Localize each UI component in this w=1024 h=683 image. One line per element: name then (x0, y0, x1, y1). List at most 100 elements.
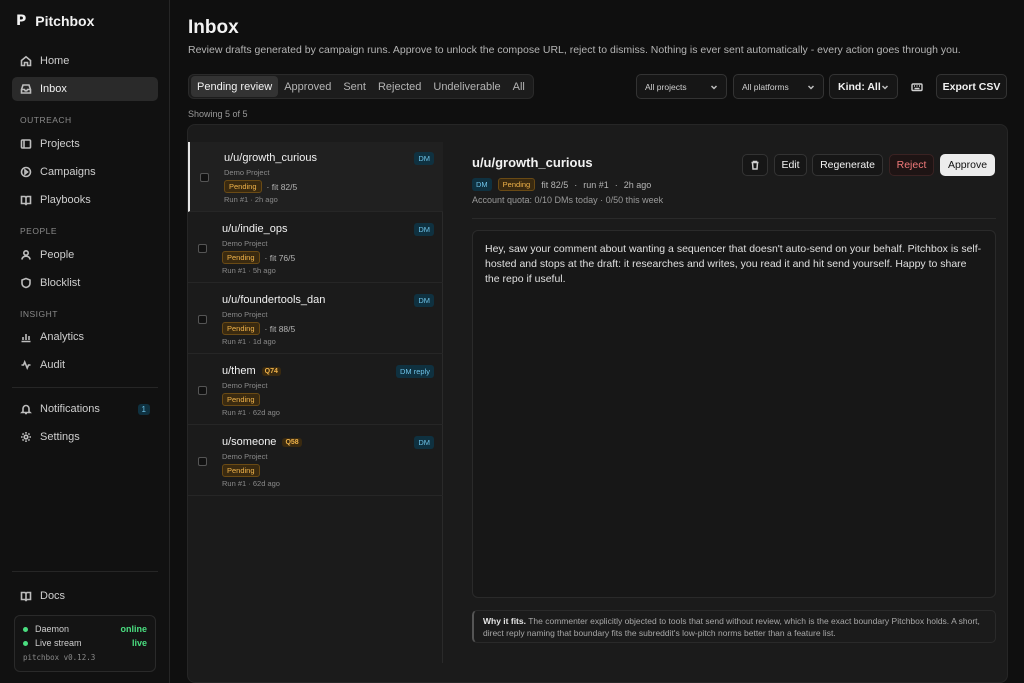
list-item-user: u/u/foundertools_dan (222, 294, 325, 306)
tab-sent[interactable]: Sent (337, 76, 372, 97)
list-item-run: Run #1 · 1d ago (222, 337, 276, 346)
section-label-insight: INSIGHT (20, 309, 58, 319)
sidebar-item-home[interactable]: Home (12, 49, 158, 73)
approve-button[interactable]: Approve (940, 154, 995, 176)
tab-approved[interactable]: Approved (278, 76, 337, 97)
delete-button[interactable] (742, 154, 768, 176)
list-item-run: Run #1 · 62d ago (222, 408, 280, 417)
tab-pending-review[interactable]: Pending review (191, 76, 279, 97)
list-item-meta: Pending · fit 82/5 (224, 180, 297, 193)
sidebar-item-label: Home (40, 55, 70, 67)
sidebar-item-playbooks[interactable]: Playbooks (12, 188, 158, 212)
list-item[interactable]: u/someone Q58 Demo Project Pending Run #… (188, 426, 443, 496)
list-item[interactable]: u/u/indie_ops Demo Project Pending · fit… (188, 213, 443, 283)
fit-score: · fit 76/5 (264, 252, 296, 263)
chevron-down-icon (807, 84, 815, 90)
sidebar-item-label: Blocklist (40, 277, 81, 289)
list-item[interactable]: u/u/growth_curious Demo Project Pending … (188, 142, 443, 212)
detail-divider (472, 218, 996, 219)
page-title: Inbox (188, 17, 239, 38)
username: u/u/foundertools_dan (222, 294, 326, 306)
list-item[interactable]: u/them Q74 Demo Project Pending Run #1 ·… (188, 355, 443, 425)
list-item-meta: Pending (222, 393, 260, 406)
select-checkbox[interactable] (198, 457, 207, 466)
select-checkbox[interactable] (200, 173, 209, 182)
why-text: The commenter explicitly objected to too… (483, 616, 980, 638)
kind-badge: DM (414, 436, 434, 449)
pitchbox-logo-icon: P (16, 13, 27, 29)
status-dot-icon (23, 640, 28, 646)
sidebar-item-label: Campaigns (40, 166, 96, 178)
brand[interactable]: P Pitchbox (16, 13, 94, 29)
export-csv-button[interactable]: Export CSV (936, 74, 1007, 99)
book-icon (20, 591, 32, 602)
fit-score: · fit 82/5 (266, 181, 298, 192)
sidebar-item-label: Playbooks (40, 194, 91, 206)
bell-icon (20, 404, 32, 415)
status-live-stream: Live stream live (23, 636, 147, 650)
why-label: Why it fits. (483, 616, 526, 626)
book-icon (20, 195, 32, 206)
tab-all[interactable]: All (507, 76, 531, 97)
detail-username: u/u/growth_curious (472, 155, 593, 170)
account-quota: Account quota: 0/10 DMs today · 0/50 thi… (472, 195, 664, 205)
list-item-project: Demo Project (222, 381, 268, 390)
sidebar-item-inbox[interactable]: Inbox (12, 77, 158, 101)
app-version: pitchbox v0.12.3 (23, 653, 96, 662)
kind-badge: DM reply (395, 365, 434, 378)
tab-undeliverable[interactable]: Undeliverable (427, 76, 506, 97)
edit-button[interactable]: Edit (774, 154, 807, 176)
username: u/them (222, 365, 256, 377)
keyboard-shortcuts-button[interactable] (906, 76, 928, 98)
reject-button[interactable]: Reject (889, 154, 934, 176)
sidebar-item-campaigns[interactable]: Campaigns (12, 160, 158, 184)
sidebar-item-label: Inbox (40, 83, 67, 95)
sidebar-item-projects[interactable]: Projects (12, 132, 158, 156)
sidebar-item-label: People (40, 249, 75, 261)
sidebar-item-label: Notifications (40, 403, 100, 415)
status-panel: Daemon online Live stream live pitchbox … (14, 615, 156, 672)
ban-icon (21, 277, 31, 289)
select-value: All platforms (742, 81, 789, 92)
status-dot-icon (23, 626, 28, 632)
detail-meta: DM Pending fit 82/5 · run #1 · 2h ago (472, 178, 651, 191)
folder-icon (20, 139, 32, 149)
sidebar-item-notifications[interactable]: Notifications 1 (12, 397, 158, 421)
status-value: live (131, 638, 147, 648)
sidebar-item-people[interactable]: People (12, 243, 158, 267)
status-label: Live stream (35, 638, 82, 648)
select-value: Kind: All (838, 80, 881, 93)
draft-message[interactable]: Hey, saw your comment about wanting a se… (472, 230, 996, 598)
inbox-icon (20, 84, 32, 94)
keyboard-icon (911, 83, 923, 92)
sidebar-item-docs[interactable]: Docs (12, 584, 158, 608)
sidebar-item-settings[interactable]: Settings (12, 425, 158, 449)
app-name: Pitchbox (35, 13, 95, 29)
select-checkbox[interactable] (198, 386, 207, 395)
select-checkbox[interactable] (198, 315, 207, 324)
quality-badge: Q74 (261, 366, 281, 376)
list-item-project: Demo Project (224, 168, 270, 177)
run-number: run #1 (583, 179, 609, 190)
kind-badge: DM (472, 178, 492, 191)
page-description: Review drafts generated by campaign runs… (188, 44, 961, 56)
person-icon (21, 249, 31, 260)
list-item[interactable]: u/u/foundertools_dan Demo Project Pendin… (188, 284, 443, 354)
tab-rejected[interactable]: Rejected (372, 76, 427, 97)
draft-age: 2h ago (623, 179, 652, 190)
status-label: Daemon (35, 624, 70, 634)
sidebar-item-audit[interactable]: Audit (12, 353, 158, 377)
project-filter-select[interactable]: All projects (636, 74, 727, 99)
sidebar-item-analytics[interactable]: Analytics (12, 325, 158, 349)
regenerate-button[interactable]: Regenerate (812, 154, 883, 176)
select-checkbox[interactable] (198, 244, 207, 253)
status-badge: Pending (222, 464, 260, 477)
meta-separator: · (614, 179, 618, 190)
sidebar-item-blocklist[interactable]: Blocklist (12, 271, 158, 295)
list-item-meta: Pending (222, 464, 260, 477)
list-item-project: Demo Project (222, 452, 268, 461)
list-item-user: u/u/indie_ops (222, 223, 287, 235)
list-item-meta: Pending · fit 88/5 (222, 322, 295, 335)
platform-filter-select[interactable]: All platforms (733, 74, 824, 99)
kind-filter-select[interactable]: Kind: All (829, 74, 898, 99)
